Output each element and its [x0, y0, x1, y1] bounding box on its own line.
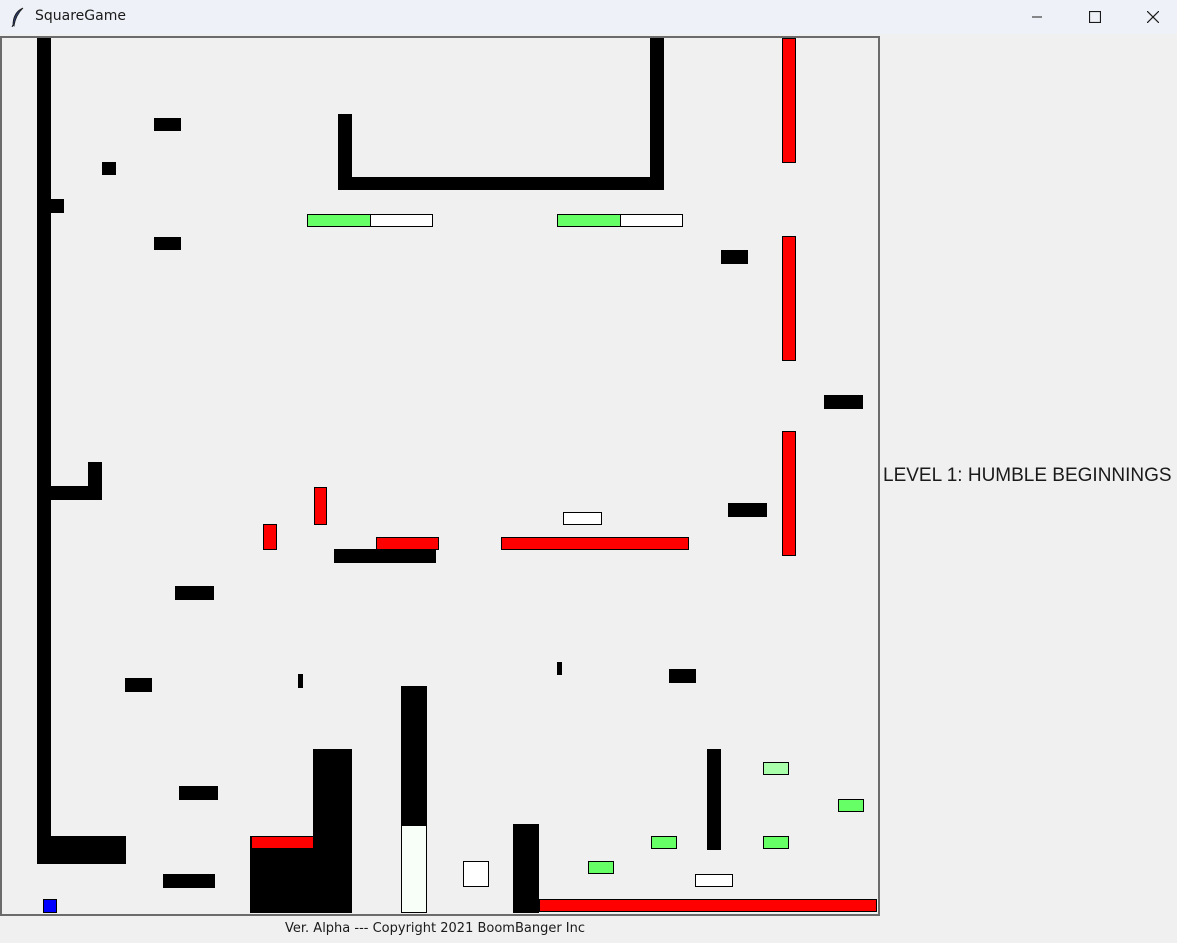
- feather-icon: [11, 7, 24, 27]
- platform: [401, 825, 427, 913]
- goal-group: [588, 762, 864, 874]
- window-title: SquareGame: [35, 8, 126, 24]
- platform: [695, 874, 733, 887]
- wall-pillar: [401, 686, 427, 826]
- wall-u-right: [650, 38, 664, 190]
- wall-post: [707, 749, 721, 850]
- goal-block: [763, 762, 789, 775]
- maximize-icon: [1089, 11, 1101, 23]
- wall-block: [163, 874, 215, 888]
- level-tile: [370, 214, 433, 227]
- wall-block: [102, 162, 116, 175]
- wall-stair-high: [313, 749, 352, 913]
- hazard-bar: [782, 431, 796, 556]
- wall-block: [179, 786, 218, 800]
- wall-left-stub: [51, 199, 64, 213]
- hazard-bar: [376, 537, 439, 550]
- wall-block: [728, 503, 767, 517]
- minimize-icon: [1032, 16, 1042, 18]
- level-title: LEVEL 1: HUMBLE BEGINNINGS: [883, 465, 1172, 486]
- close-button[interactable]: [1124, 0, 1177, 34]
- goal-bar-2: [557, 214, 683, 227]
- level-tile: [557, 214, 621, 227]
- version-footer: Ver. Alpha --- Copyright 2021 BoomBanger…: [285, 921, 586, 936]
- goal-block: [763, 836, 789, 849]
- title-bar[interactable]: SquareGame: [0, 0, 1177, 34]
- game-canvas[interactable]: [0, 36, 880, 916]
- goal-block: [588, 861, 614, 874]
- hazard-bar: [782, 236, 796, 361]
- hazard-floor: [539, 899, 877, 912]
- close-icon: [1147, 11, 1159, 23]
- hazard-bar: [263, 524, 277, 550]
- wall-group: [37, 38, 863, 913]
- wall-block: [125, 678, 152, 692]
- wall-small: [298, 674, 303, 688]
- wall-block: [721, 250, 748, 264]
- maximize-button[interactable]: [1066, 0, 1124, 34]
- player-square: [43, 899, 57, 913]
- platform: [463, 861, 489, 887]
- wall-block: [824, 395, 863, 409]
- wall-u-bottom: [338, 177, 664, 190]
- wall-block: [154, 118, 181, 131]
- wall-block: [669, 669, 696, 683]
- level-tile: [307, 214, 371, 227]
- hazard-bar: [314, 487, 327, 525]
- goal-block: [838, 799, 864, 812]
- wall-block: [154, 237, 181, 250]
- hazard-bar: [251, 836, 314, 849]
- hazard-bar: [782, 38, 796, 163]
- minimize-button[interactable]: [1008, 0, 1066, 34]
- goal-bar-1: [307, 214, 433, 227]
- wall-left-vertical: [37, 38, 51, 864]
- platform-group: [401, 512, 733, 913]
- level-map: [37, 38, 877, 913]
- goal-block: [651, 836, 677, 849]
- wall-block: [175, 586, 214, 600]
- level-tile: [620, 214, 683, 227]
- platform: [563, 512, 602, 525]
- wall-pillar: [513, 824, 539, 913]
- wall-bottom-left: [37, 836, 126, 864]
- hazard-bar: [501, 537, 689, 550]
- wall-small: [557, 662, 562, 675]
- wall-left-ledge-post: [88, 462, 102, 500]
- wall-block: [334, 549, 436, 563]
